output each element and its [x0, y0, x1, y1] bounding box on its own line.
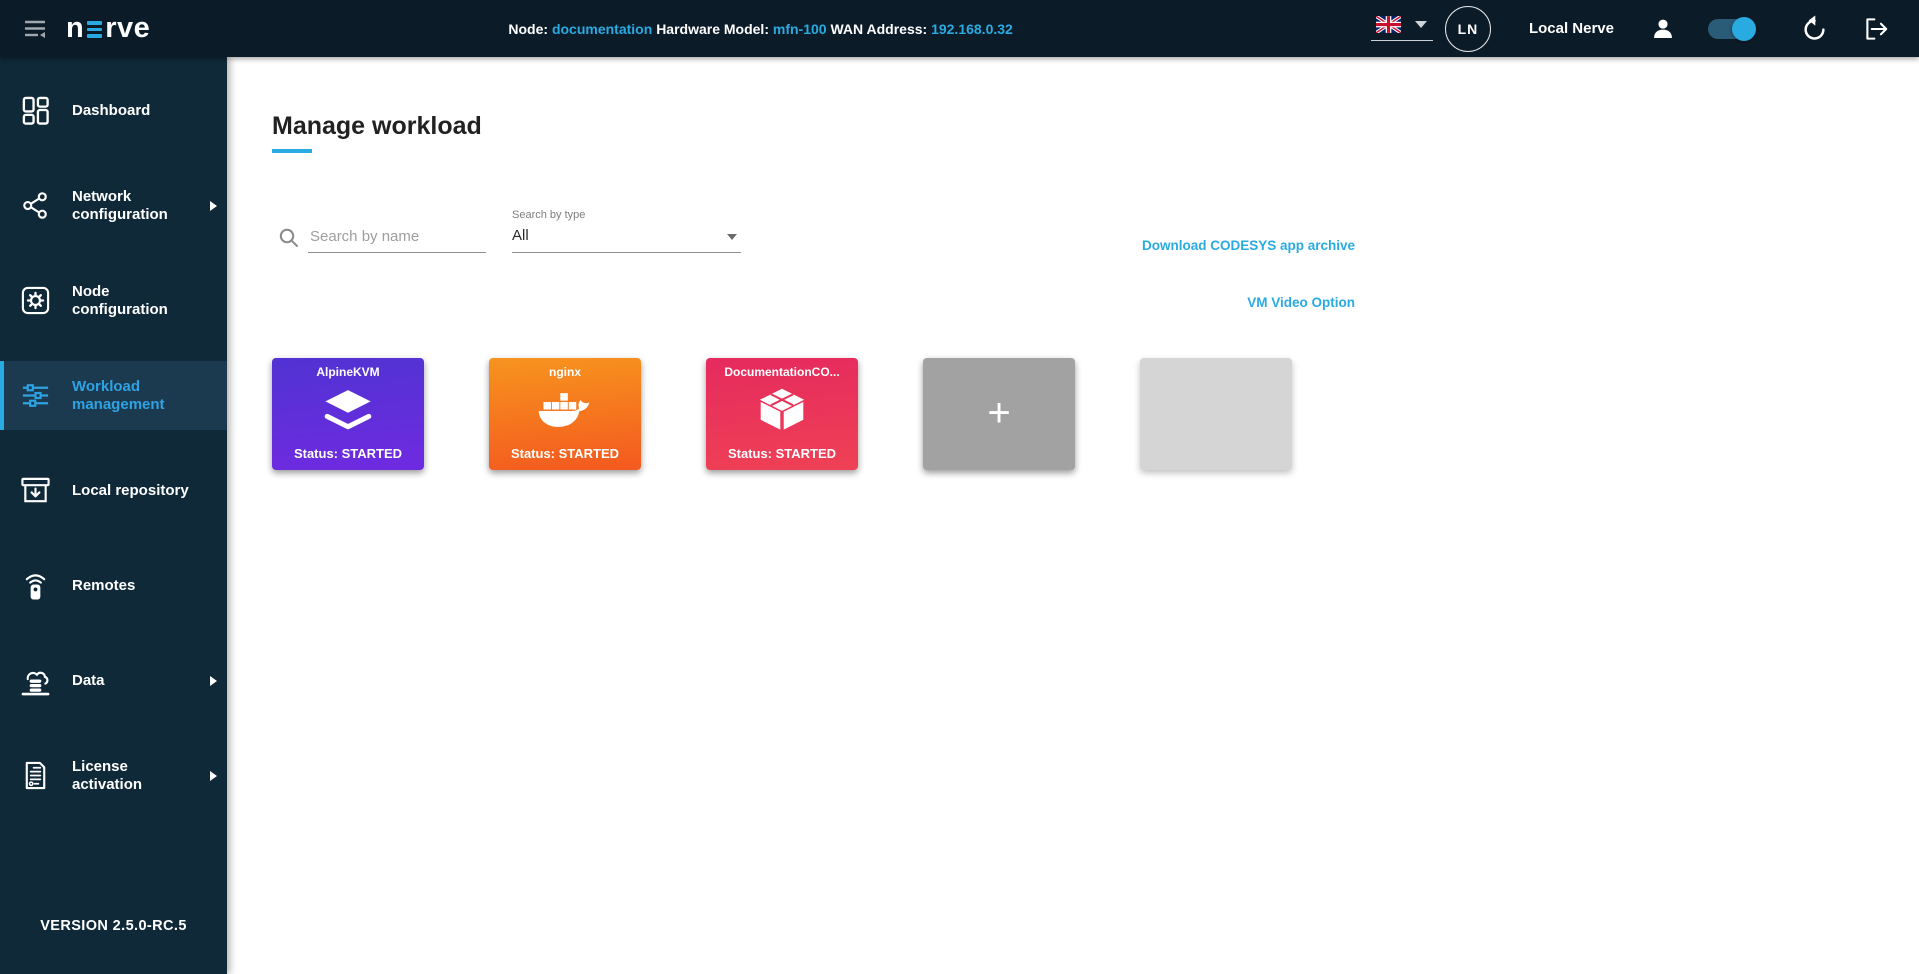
search-by-type-value: All	[512, 227, 529, 244]
reboot-icon	[1802, 15, 1827, 42]
docker-whale-icon	[535, 389, 595, 436]
search-icon	[278, 227, 300, 249]
sidebar-item-label: Network configuration	[72, 188, 194, 224]
workload-card-documentation[interactable]: DocumentationCO... Status: STARTED	[706, 358, 858, 470]
hardware-model-value: mfn-100	[773, 21, 827, 37]
network-icon	[18, 190, 52, 221]
local-repository-icon	[18, 475, 52, 506]
license-activation-icon	[18, 760, 52, 791]
menu-toggle-icon[interactable]	[22, 16, 48, 42]
person-icon	[1650, 16, 1676, 42]
plus-icon: +	[987, 393, 1010, 433]
sidebar: Dashboard Network configuration	[0, 57, 227, 974]
chevron-right-icon	[210, 201, 217, 211]
version-label: VERSION 2.5.0-RC.5	[0, 918, 227, 934]
vm-layers-icon	[319, 388, 377, 437]
sidebar-item-data[interactable]: Data	[0, 633, 227, 728]
user-profile-button[interactable]	[1650, 16, 1676, 42]
workload-name: nginx	[549, 365, 581, 379]
avatar[interactable]: LN	[1445, 6, 1491, 52]
sidebar-item-label: Data	[72, 672, 194, 690]
workload-card-alpinekvm[interactable]: AlpineKVM Status: STARTED	[272, 358, 424, 470]
language-select-underline	[1371, 40, 1433, 42]
search-by-name-field	[272, 224, 486, 253]
sidebar-item-node-configuration[interactable]: Node configuration	[0, 253, 227, 348]
sidebar-item-remotes[interactable]: Remotes	[0, 538, 227, 633]
language-select[interactable]	[1371, 16, 1433, 42]
vm-video-option-link[interactable]: VM Video Option	[1247, 295, 1355, 310]
wan-address-label: WAN Address:	[830, 21, 927, 37]
workload-cards: AlpineKVM Status: STARTED nginx	[272, 358, 1919, 470]
logout-button[interactable]	[1863, 15, 1891, 43]
chevron-down-icon	[1415, 21, 1427, 28]
action-links: Download CODESYS app archive VM Video Op…	[1142, 237, 1355, 312]
topbar: n rve Node: documentation Hardware Model…	[0, 0, 1919, 57]
toggle-knob	[1732, 17, 1756, 41]
data-icon	[18, 665, 52, 696]
node-info: Node: documentation Hardware Model: mfn-…	[150, 21, 1371, 37]
workload-status: Status: STARTED	[294, 446, 402, 461]
main-content: Manage workload Search by type All Downl…	[227, 57, 1919, 974]
add-workload-tile[interactable]: +	[923, 358, 1075, 470]
workload-name: DocumentationCO...	[724, 365, 839, 379]
search-by-type-label: Search by type	[512, 209, 741, 221]
page-title: Manage workload	[272, 112, 1919, 140]
workload-management-icon	[18, 380, 52, 411]
sidebar-item-label: Workload management	[72, 378, 194, 414]
reboot-button[interactable]	[1802, 15, 1827, 42]
dashboard-icon	[18, 95, 52, 126]
node-value: documentation	[552, 21, 652, 37]
chevron-right-icon	[210, 676, 217, 686]
node-configuration-icon	[18, 285, 52, 316]
logo-e-bars-icon	[87, 21, 102, 37]
node-label: Node:	[508, 21, 548, 37]
search-by-name-input[interactable]	[308, 224, 486, 253]
codesys-cubes-icon	[754, 387, 810, 438]
wan-address-value: 192.168.0.32	[931, 21, 1013, 37]
logo-text-rve: rve	[105, 14, 150, 43]
download-codesys-link[interactable]: Download CODESYS app archive	[1142, 238, 1355, 253]
sidebar-item-network-configuration[interactable]: Network configuration	[0, 158, 227, 253]
sidebar-item-license-activation[interactable]: License activation	[0, 728, 227, 823]
uk-flag-icon	[1376, 16, 1401, 33]
sidebar-item-dashboard[interactable]: Dashboard	[0, 63, 227, 158]
filters-row: Search by type All	[272, 209, 1919, 253]
remotes-icon	[18, 570, 52, 601]
logo-text-n: n	[66, 14, 84, 43]
dropdown-caret-icon	[727, 234, 737, 240]
avatar-initials: LN	[1458, 21, 1479, 37]
logout-icon	[1863, 15, 1891, 43]
sidebar-item-label: Remotes	[72, 577, 194, 595]
workload-status: Status: STARTED	[511, 446, 619, 461]
search-by-type-select[interactable]: Search by type All	[512, 209, 741, 253]
account-name: Local Nerve	[1529, 20, 1614, 37]
empty-workload-placeholder	[1140, 358, 1292, 470]
sidebar-item-workload-management[interactable]: Workload management	[0, 348, 227, 443]
title-underline	[272, 149, 312, 153]
hardware-model-label: Hardware Model:	[656, 21, 769, 37]
nerve-logo[interactable]: n rve	[66, 14, 150, 43]
sidebar-item-label: License activation	[72, 758, 194, 794]
sidebar-item-label: Node configuration	[72, 283, 194, 319]
chevron-right-icon	[210, 771, 217, 781]
sidebar-item-label: Local repository	[72, 482, 194, 500]
workload-card-nginx[interactable]: nginx Status: STARTED	[489, 358, 641, 470]
topbar-actions: LN Local Nerve	[1371, 6, 1919, 52]
workload-name: AlpineKVM	[316, 365, 379, 379]
sidebar-item-label: Dashboard	[72, 102, 194, 120]
connection-toggle[interactable]	[1708, 19, 1754, 39]
workload-status: Status: STARTED	[728, 446, 836, 461]
sidebar-item-local-repository[interactable]: Local repository	[0, 443, 227, 538]
